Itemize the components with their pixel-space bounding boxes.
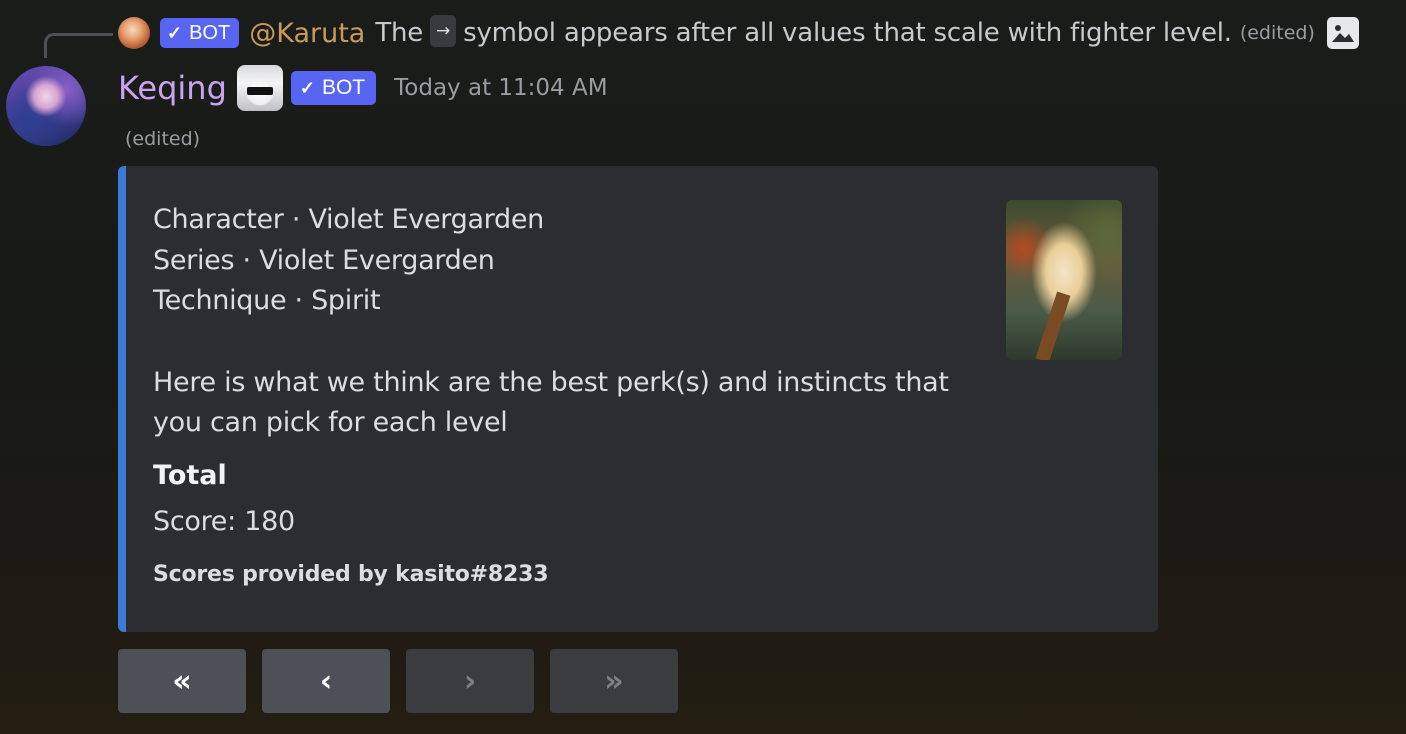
embed-description: Character · Violet Evergarden Series · V… [153,200,973,444]
avatar[interactable] [6,66,86,146]
next-page-button[interactable]: › [406,649,534,713]
reply-reference[interactable]: ✓ BOT @Karuta The → symbol appears after… [118,14,1359,52]
embed-field-name: Total [153,460,227,491]
reply-spine [44,33,113,58]
check-icon: ✓ [299,77,315,98]
reply-avatar[interactable] [118,17,150,49]
bot-badge: ✓ BOT [290,71,377,105]
embed-description-line-2: you can pick for each level [153,407,508,438]
check-icon: ✓ [167,22,183,43]
embed-line-technique: Technique · Spirit [153,285,381,316]
reply-text-after: symbol appears after all values that sca… [463,18,1232,48]
embed: Character · Violet Evergarden Series · V… [118,166,1158,632]
username[interactable]: Keqing [118,69,227,107]
reply-author[interactable]: @Karuta [249,18,365,49]
previous-page-button[interactable]: ‹ [262,649,390,713]
embed-line-character: Character · Violet Evergarden [153,204,544,235]
embed-field-value: Score: 180 [153,506,295,537]
reply-bot-badge: ✓ BOT [160,18,240,48]
embed-description-line-1: Here is what we think are the best perk(… [153,366,949,398]
timestamp[interactable]: Today at 11:04 AM [394,75,607,101]
embed-spacer [153,322,973,363]
reply-bot-badge-label: BOT [189,21,231,44]
reply-text-before: The [375,18,424,48]
reply-edited-label: (edited) [1239,22,1315,44]
message-header: Keqing ✓ BOT Today at 11:04 AM [118,64,608,112]
pagination-buttons: « ‹ › » [118,649,678,713]
image-icon[interactable] [1326,17,1359,49]
embed-accent-bar [118,166,126,632]
embed-line-series: Series · Violet Evergarden [153,244,495,276]
reply-kbd-symbol: → [430,15,457,47]
profile-decoration-icon [236,65,283,111]
embed-footer: Scores provided by kasito#8233 [153,562,549,587]
edited-label: (edited) [125,128,201,150]
first-page-button[interactable]: « [118,649,246,713]
last-page-button[interactable]: » [550,649,678,713]
embed-thumbnail[interactable] [1006,200,1122,360]
bot-badge-label: BOT [321,76,366,99]
